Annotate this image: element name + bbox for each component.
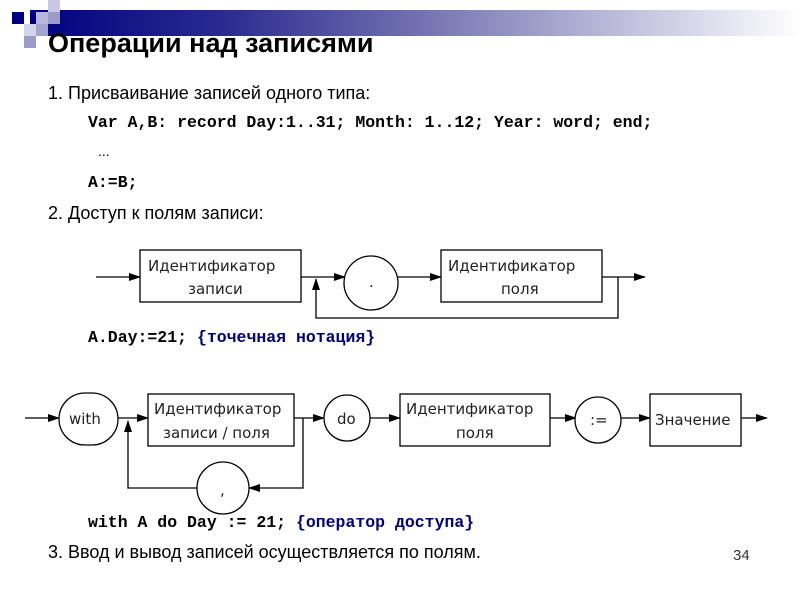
d1-box2-line2: поля (501, 280, 539, 298)
d1-box1-line2: записи (188, 280, 243, 298)
d2-do-label: do (337, 410, 356, 428)
d2-with-label: with (69, 410, 101, 428)
d1-dot-label: . (369, 273, 374, 291)
d2-box2-line1: Идентификатор (406, 400, 533, 418)
d2-assign-label: := (590, 411, 608, 429)
d1-box1-line1: Идентификатор (148, 257, 275, 275)
d2-box2-line2: поля (456, 424, 494, 442)
d1-box2-line1: Идентификатор (448, 257, 575, 275)
d2-comma-label: , (220, 481, 225, 499)
d2-box1-line1: Идентификатор (154, 400, 281, 418)
syntax-diagrams: Идентификатор записи . Идентификатор пол… (25, 249, 768, 515)
d2-value-label: Значение (655, 411, 731, 429)
d2-box1-line2: записи / поля (163, 424, 270, 442)
